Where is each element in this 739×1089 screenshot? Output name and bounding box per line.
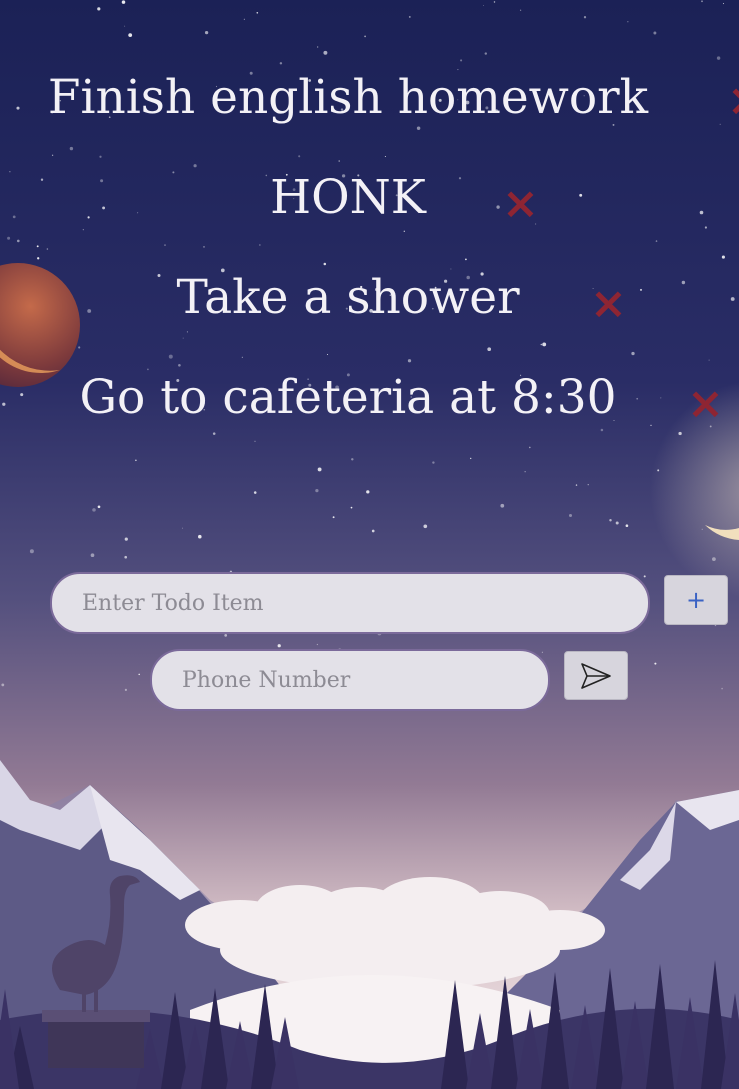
todo-item: Finish english homework × <box>0 68 739 168</box>
todo-text: Go to cafeteria at 8:30 <box>79 370 617 425</box>
phone-number-input[interactable] <box>150 649 550 711</box>
close-icon[interactable]: × <box>687 382 724 426</box>
todo-item: HONK × <box>0 168 739 268</box>
todo-text: HONK <box>270 170 426 225</box>
todo-item: Go to cafeteria at 8:30 × <box>0 368 739 468</box>
todo-input[interactable] <box>50 572 650 634</box>
send-button[interactable] <box>564 651 628 700</box>
close-icon[interactable]: × <box>727 79 739 123</box>
add-todo-button[interactable]: + <box>664 575 728 625</box>
todo-text: Finish english homework <box>47 70 649 125</box>
close-icon[interactable]: × <box>502 182 539 226</box>
paper-plane-icon <box>581 662 611 689</box>
close-icon[interactable]: × <box>590 282 627 326</box>
plus-icon: + <box>685 586 707 614</box>
todo-item: Take a shower × <box>0 268 739 368</box>
